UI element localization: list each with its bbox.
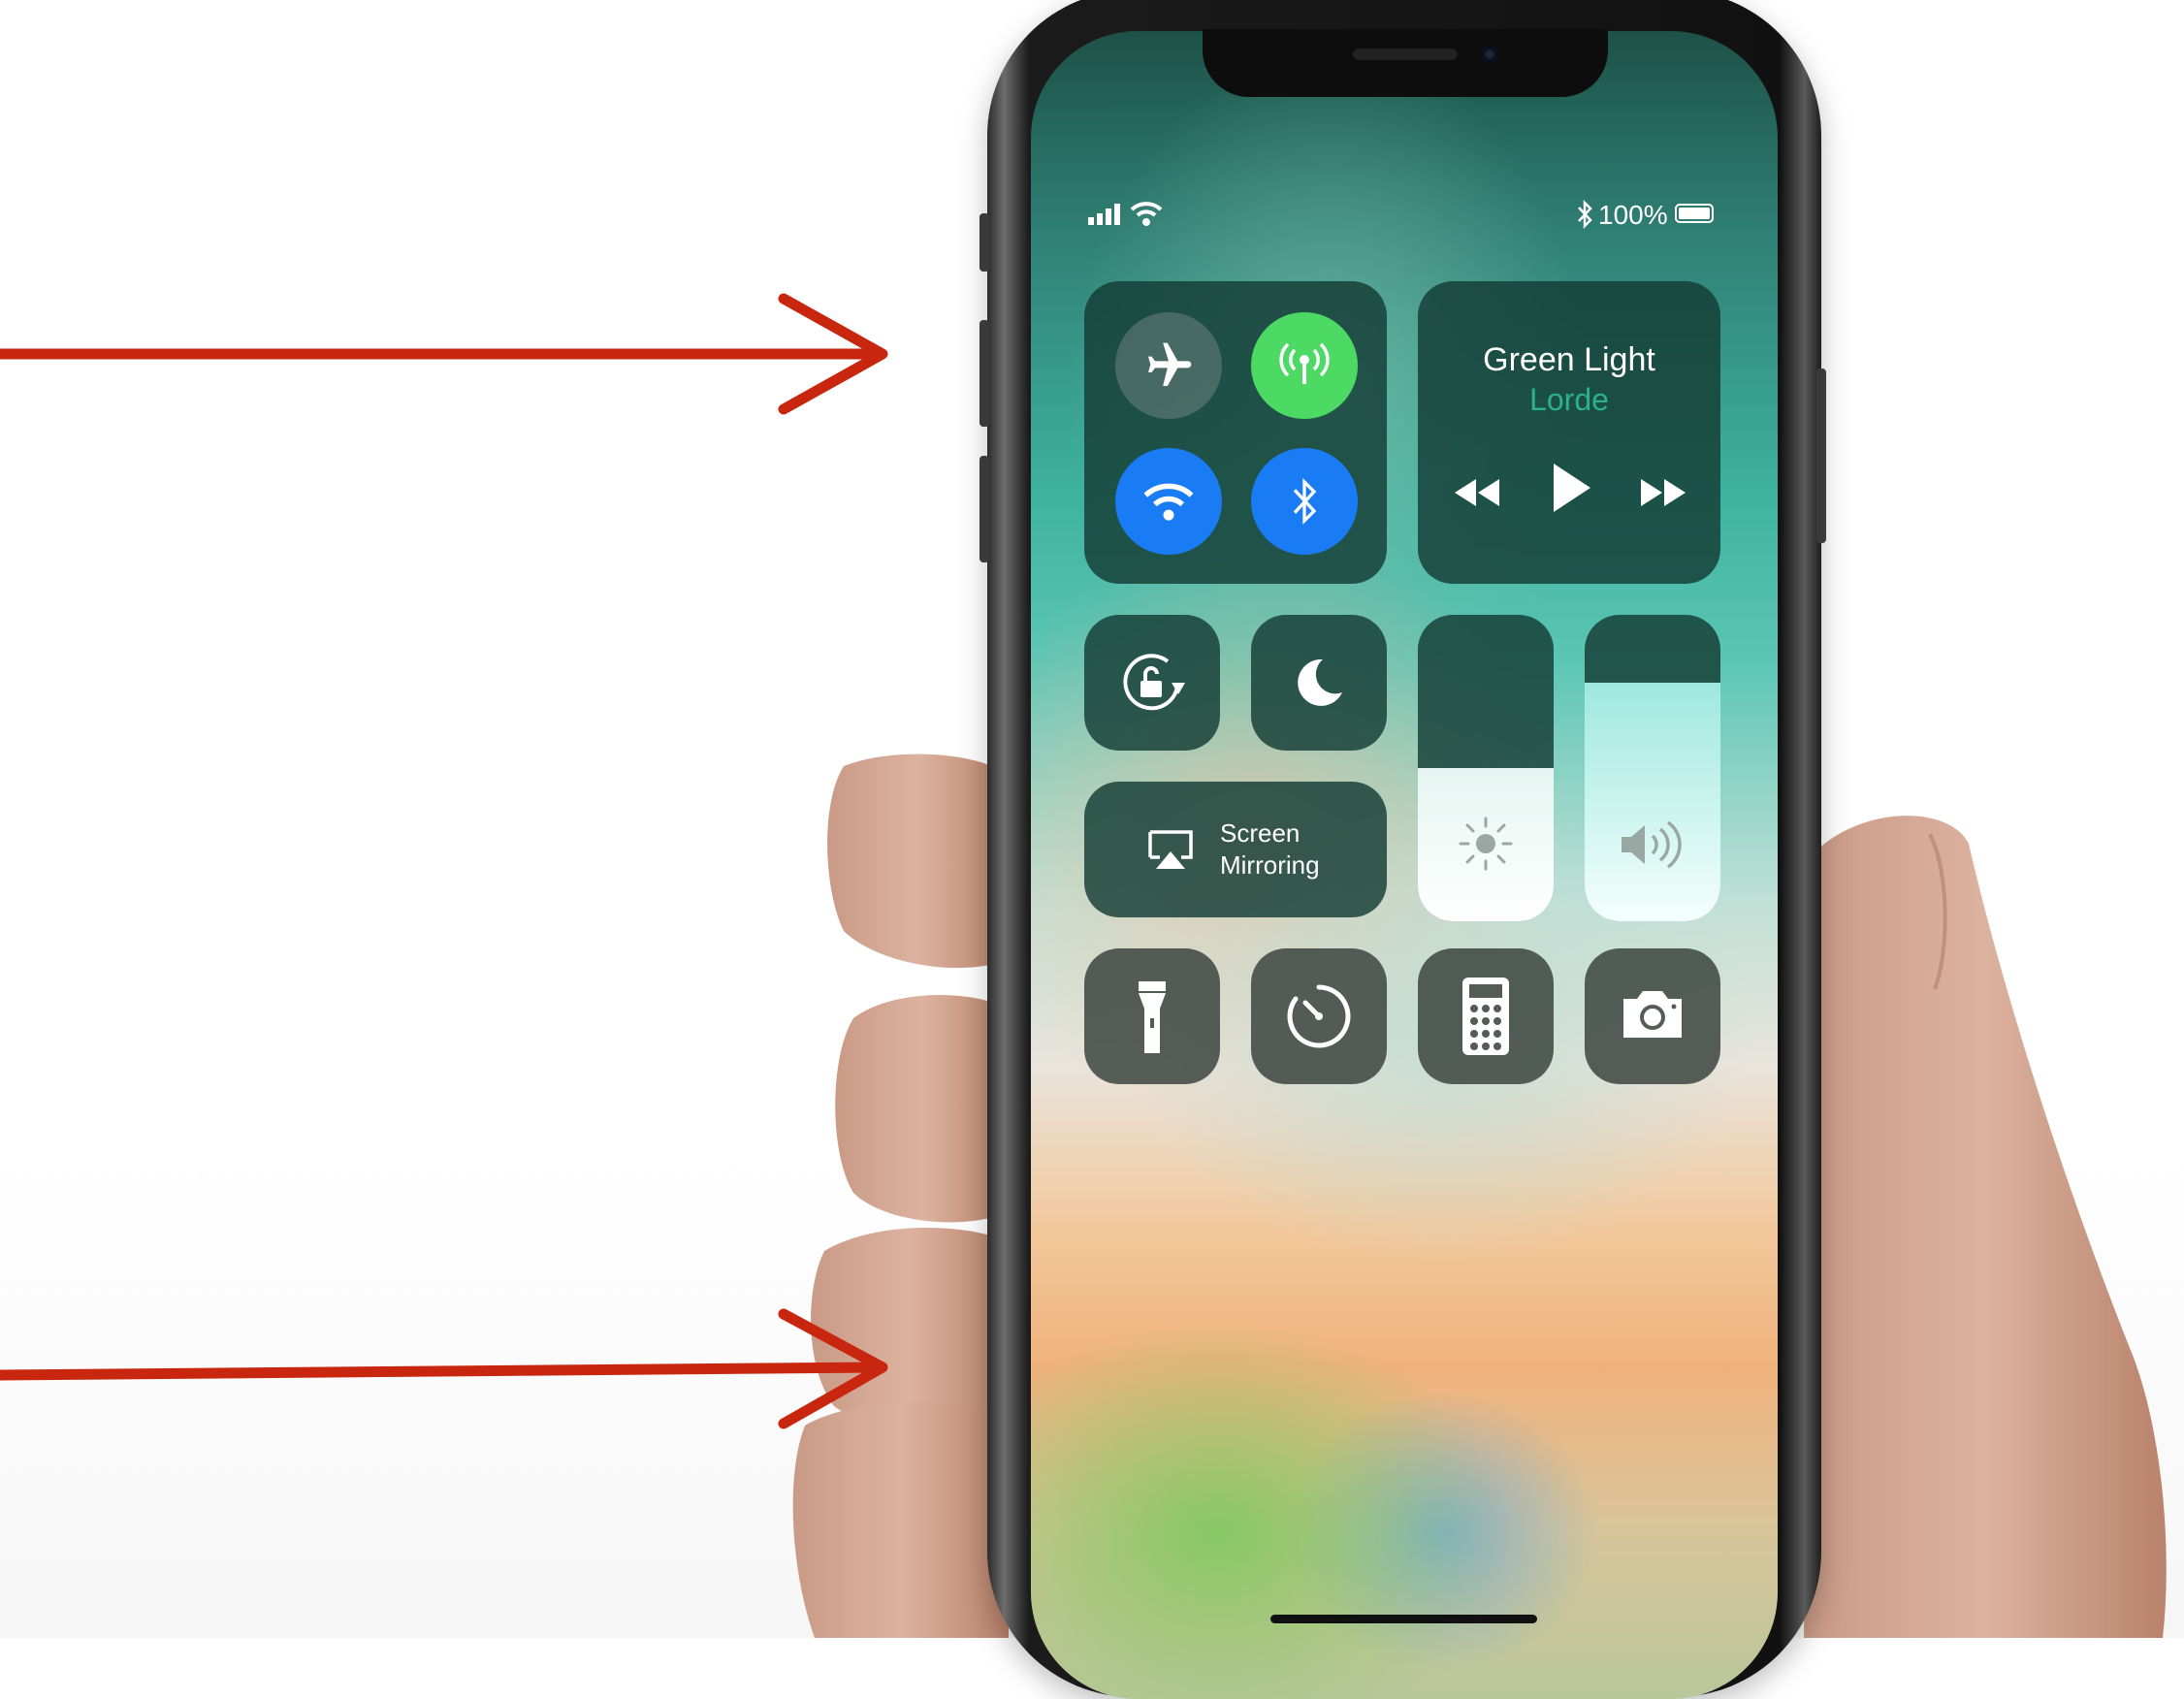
play-icon[interactable]: [1550, 462, 1592, 514]
bluetooth-toggle[interactable]: [1251, 448, 1358, 555]
home-indicator[interactable]: [1270, 1615, 1537, 1623]
calculator-icon: [1462, 978, 1509, 1055]
silent-switch[interactable]: [980, 213, 989, 272]
do-not-disturb-toggle[interactable]: [1251, 615, 1387, 751]
wifi-toggle[interactable]: [1115, 448, 1222, 555]
airplay-icon: [1148, 830, 1193, 869]
bluetooth-icon: [1578, 200, 1592, 229]
wifi-toggle-icon: [1143, 483, 1194, 521]
fast-forward-icon[interactable]: [1637, 475, 1689, 510]
front-camera: [1481, 46, 1498, 63]
camera-button[interactable]: [1585, 948, 1720, 1084]
calculator-button[interactable]: [1418, 948, 1554, 1084]
rewind-icon[interactable]: [1451, 475, 1503, 510]
antenna-icon: [1279, 342, 1330, 384]
flashlight-button[interactable]: [1084, 948, 1220, 1084]
volume-up-button[interactable]: [980, 320, 989, 427]
speaker-icon: [1622, 820, 1682, 869]
battery-percent: 100%: [1598, 200, 1668, 230]
cellular-data-toggle[interactable]: [1251, 312, 1358, 419]
arrow-top: [0, 293, 888, 415]
timer-icon: [1287, 984, 1351, 1048]
moon-icon: [1298, 658, 1342, 706]
brightness-slider[interactable]: [1418, 615, 1554, 921]
volume-level-fill: [1585, 682, 1720, 921]
battery-icon: [1675, 204, 1714, 223]
timer-button[interactable]: [1251, 948, 1387, 1084]
screen-mirroring-line2: Mirroring: [1220, 850, 1320, 880]
volume-slider[interactable]: [1585, 615, 1720, 921]
brightness-icon: [1459, 817, 1513, 871]
connectivity-panel: [1084, 281, 1387, 584]
screen-mirroring-line1: Screen: [1220, 818, 1301, 848]
notch: [1203, 29, 1608, 97]
airplane-icon: [1148, 342, 1192, 386]
wifi-icon: [1130, 202, 1163, 226]
airplane-mode-toggle[interactable]: [1115, 312, 1222, 419]
side-button[interactable]: [1816, 369, 1826, 543]
now-playing-panel[interactable]: Green Light Lorde: [1418, 281, 1720, 584]
bluetooth-toggle-icon: [1293, 477, 1317, 526]
signal-icon: [1088, 204, 1120, 225]
song-title: Green Light: [1483, 341, 1655, 378]
camera-icon: [1623, 991, 1682, 1038]
arrow-bottom: [0, 1308, 888, 1429]
orientation-lock-icon: [1123, 654, 1185, 711]
screen-mirroring-button[interactable]: Screen Mirroring: [1084, 782, 1387, 917]
flashlight-icon: [1139, 981, 1166, 1053]
orientation-lock-toggle[interactable]: [1084, 615, 1220, 751]
earpiece-speaker: [1353, 48, 1458, 60]
artist-name: Lorde: [1529, 382, 1609, 417]
volume-down-button[interactable]: [980, 456, 989, 562]
